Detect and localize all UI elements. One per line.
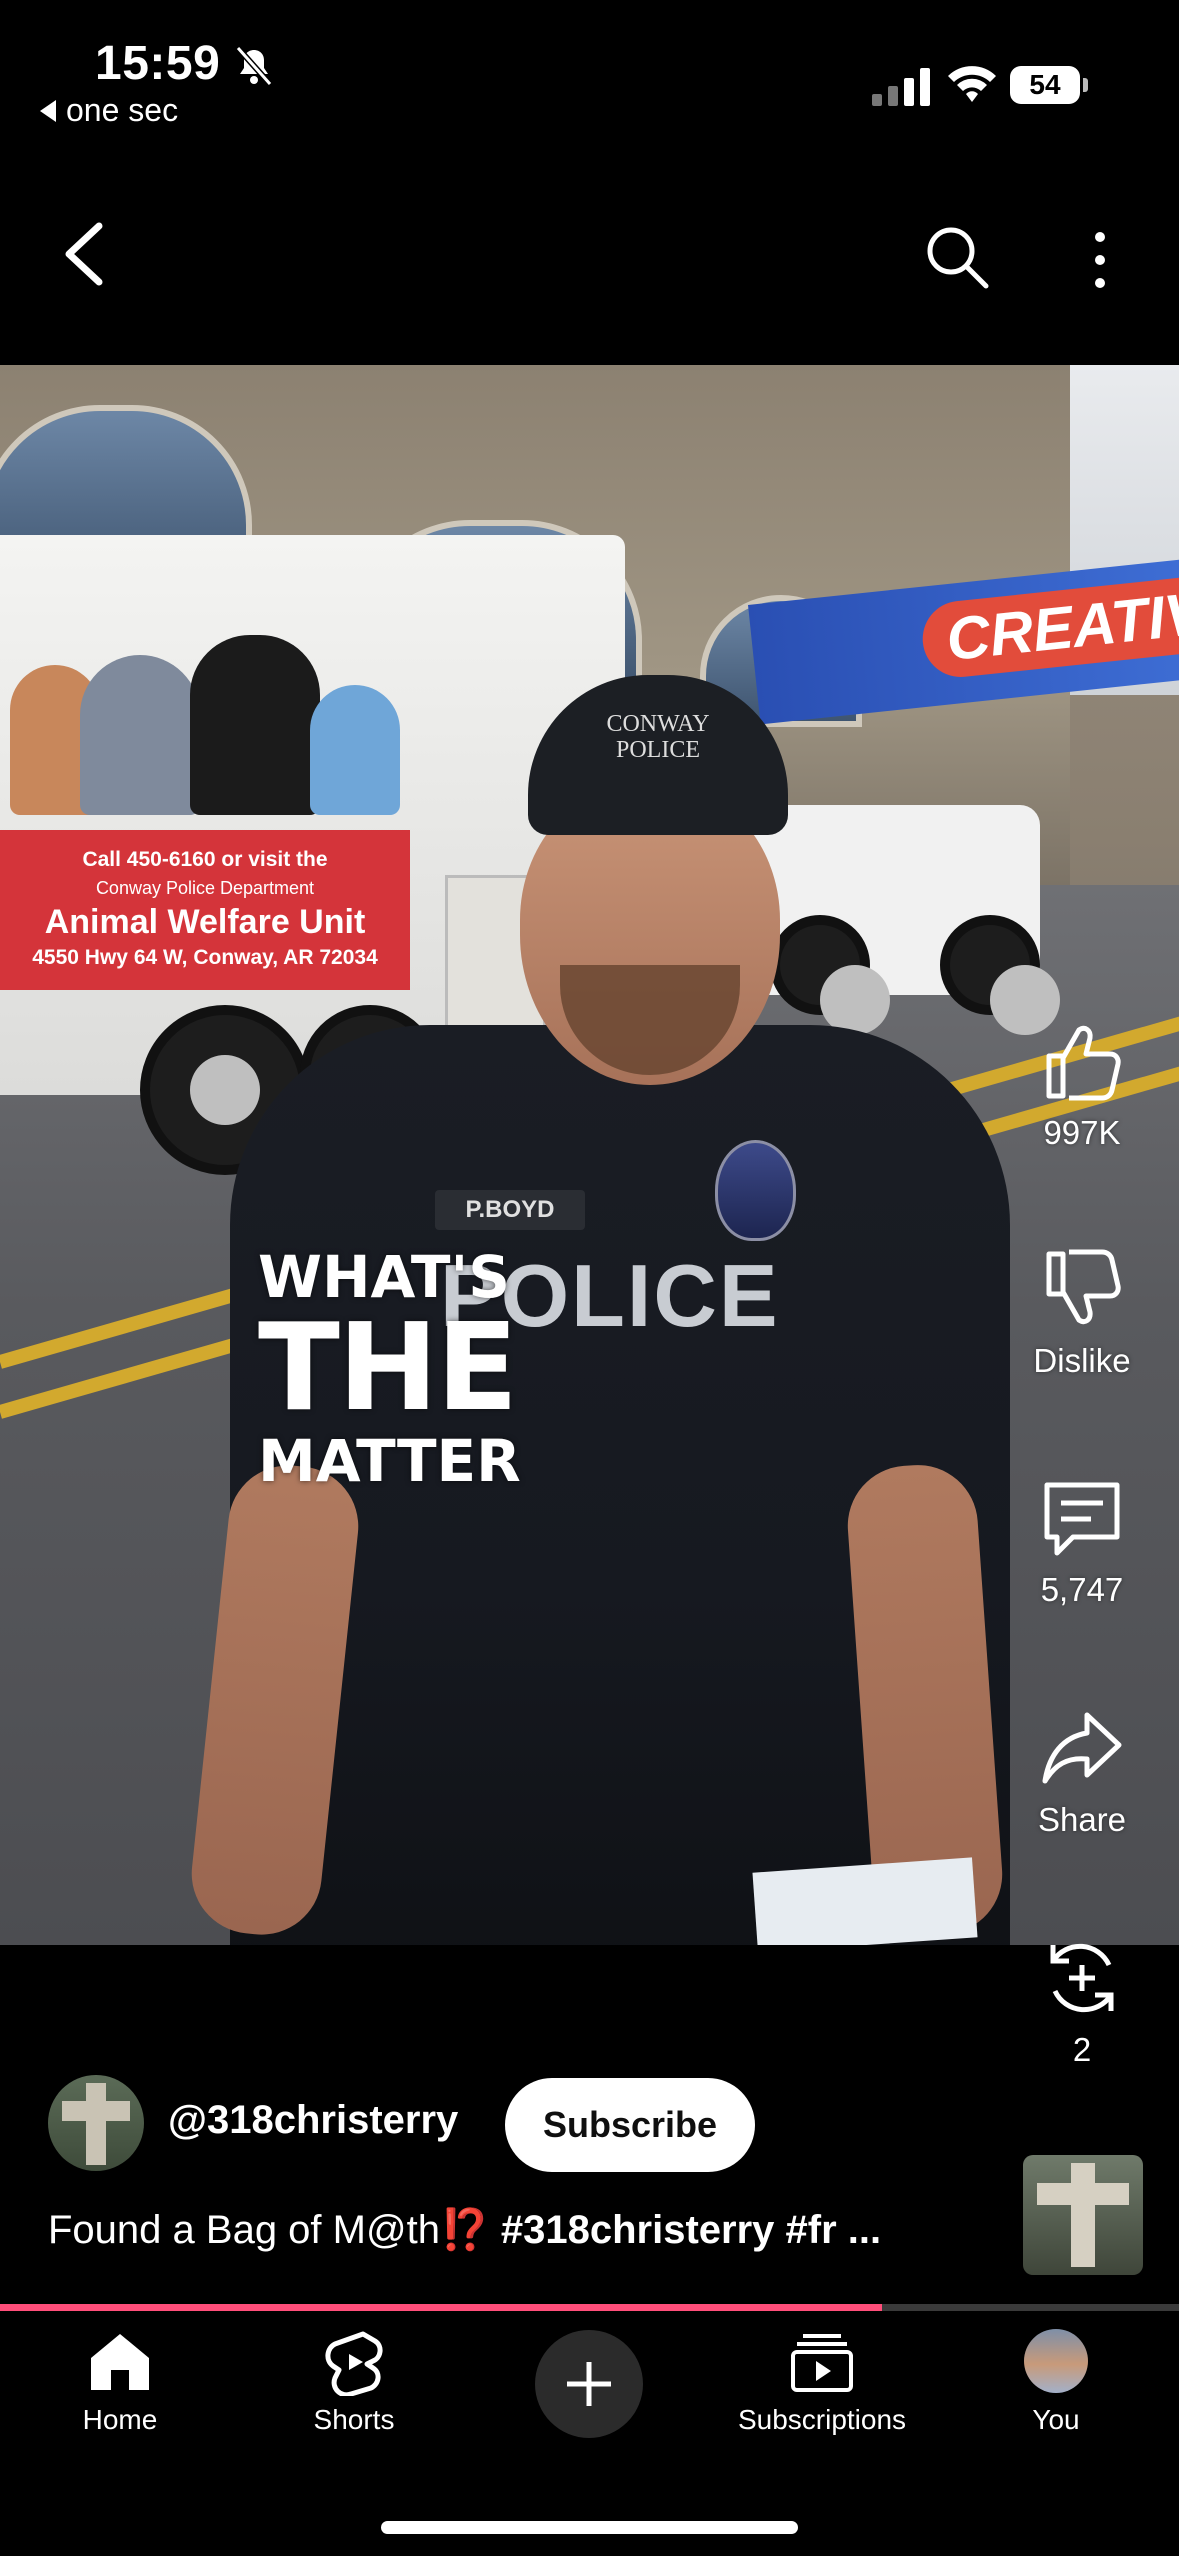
sound-thumbnail[interactable] — [1023, 2155, 1143, 2275]
wifi-icon — [948, 66, 996, 102]
police-badge-icon — [715, 1140, 796, 1241]
home-icon — [91, 2334, 149, 2390]
like-count: 997K — [1043, 1114, 1121, 1151]
battery-level: 54 — [1010, 66, 1080, 104]
trailer-line-3: Animal Welfare Unit — [44, 903, 366, 941]
subscribe-button[interactable]: Subscribe — [505, 2078, 755, 2172]
nav-subscriptions-label: Subscriptions — [737, 2404, 907, 2435]
remix-button[interactable]: 2 — [1007, 1935, 1157, 2069]
search-icon[interactable] — [922, 222, 992, 292]
trailer-line-4: 4550 Hwy 64 W, Conway, AR 72034 — [32, 946, 378, 969]
banner-text: CREATIV — [918, 571, 1179, 681]
nav-home[interactable]: Home — [10, 2326, 230, 2436]
comments-button[interactable]: 5,747 — [1007, 1475, 1157, 1609]
share-arrow-icon — [1042, 1712, 1122, 1784]
back-app-label: one sec — [66, 92, 179, 128]
shorts-icon — [325, 2331, 383, 2396]
trailer-sign: Call 450-6160 or visit the Conway Police… — [0, 830, 410, 990]
battery-icon: 54 — [1010, 66, 1088, 104]
video-caption-overlay: WHAT'S THE MATTER — [258, 1245, 521, 1495]
title-emoji: ⁉️ — [439, 2208, 490, 2252]
progress-fill — [0, 2304, 882, 2311]
nav-home-label: Home — [82, 2404, 158, 2435]
remix-icon — [1050, 1943, 1114, 2013]
like-button[interactable]: 997K — [1007, 1018, 1157, 1152]
bell-muted-icon — [235, 46, 273, 86]
back-to-app-link[interactable]: one sec — [40, 92, 178, 129]
channel-handle[interactable]: @318christerry — [168, 2098, 458, 2143]
subscriptions-icon — [791, 2334, 853, 2392]
more-vertical-icon[interactable] — [1080, 225, 1120, 295]
nav-you-label: You — [1032, 2404, 1080, 2435]
nav-shorts-label: Shorts — [313, 2404, 395, 2435]
dislike-label: Dislike — [1033, 1342, 1131, 1379]
remix-count: 2 — [1072, 2031, 1092, 2068]
caption-line-3: MATTER — [258, 1427, 521, 1495]
cap-line-1: CONWAY — [606, 711, 710, 737]
share-label: Share — [1037, 1801, 1127, 1838]
title-hashtags: #318christerry #fr ... — [489, 2208, 882, 2252]
plus-icon — [567, 2362, 611, 2406]
home-indicator[interactable] — [381, 2521, 798, 2534]
pickup-truck — [740, 805, 1060, 1035]
trailer-line-1: Call 450-6160 or visit the — [82, 848, 328, 871]
nav-shorts[interactable]: Shorts — [244, 2326, 464, 2436]
officer-nameplate: P.BOYD — [435, 1190, 585, 1230]
create-button[interactable] — [535, 2330, 643, 2438]
paper-in-hand — [752, 1857, 978, 1945]
comment-count: 5,747 — [1040, 1571, 1124, 1608]
comment-icon — [1044, 1482, 1120, 1556]
thumbs-down-icon — [1046, 1249, 1121, 1325]
cap-line-2: POLICE — [616, 737, 700, 763]
channel-avatar[interactable] — [48, 2075, 144, 2171]
trailer-line-2: Conway Police Department — [95, 878, 315, 898]
caption-line-2: THE — [258, 1299, 518, 1438]
thumbs-up-icon — [1046, 1025, 1121, 1101]
share-button[interactable]: Share — [1007, 1705, 1157, 1839]
user-avatar — [1024, 2329, 1088, 2393]
dislike-button[interactable]: Dislike — [1007, 1246, 1157, 1380]
cellular-signal-icon — [872, 64, 932, 106]
chevron-left-icon[interactable] — [55, 218, 115, 290]
nav-subscriptions[interactable]: Subscriptions — [712, 2326, 932, 2436]
video-title[interactable]: Found a Bag of M@th⁉️ #318christerry #fr… — [48, 2206, 988, 2253]
status-time: 15:59 — [95, 37, 221, 90]
video-player[interactable]: CREATIV Call 450-6160 or visit the Conwa… — [0, 365, 1179, 1945]
nav-you[interactable]: You — [946, 2326, 1166, 2436]
title-text: Found a Bag of M@th — [48, 2208, 440, 2252]
back-triangle-icon — [40, 99, 56, 122]
